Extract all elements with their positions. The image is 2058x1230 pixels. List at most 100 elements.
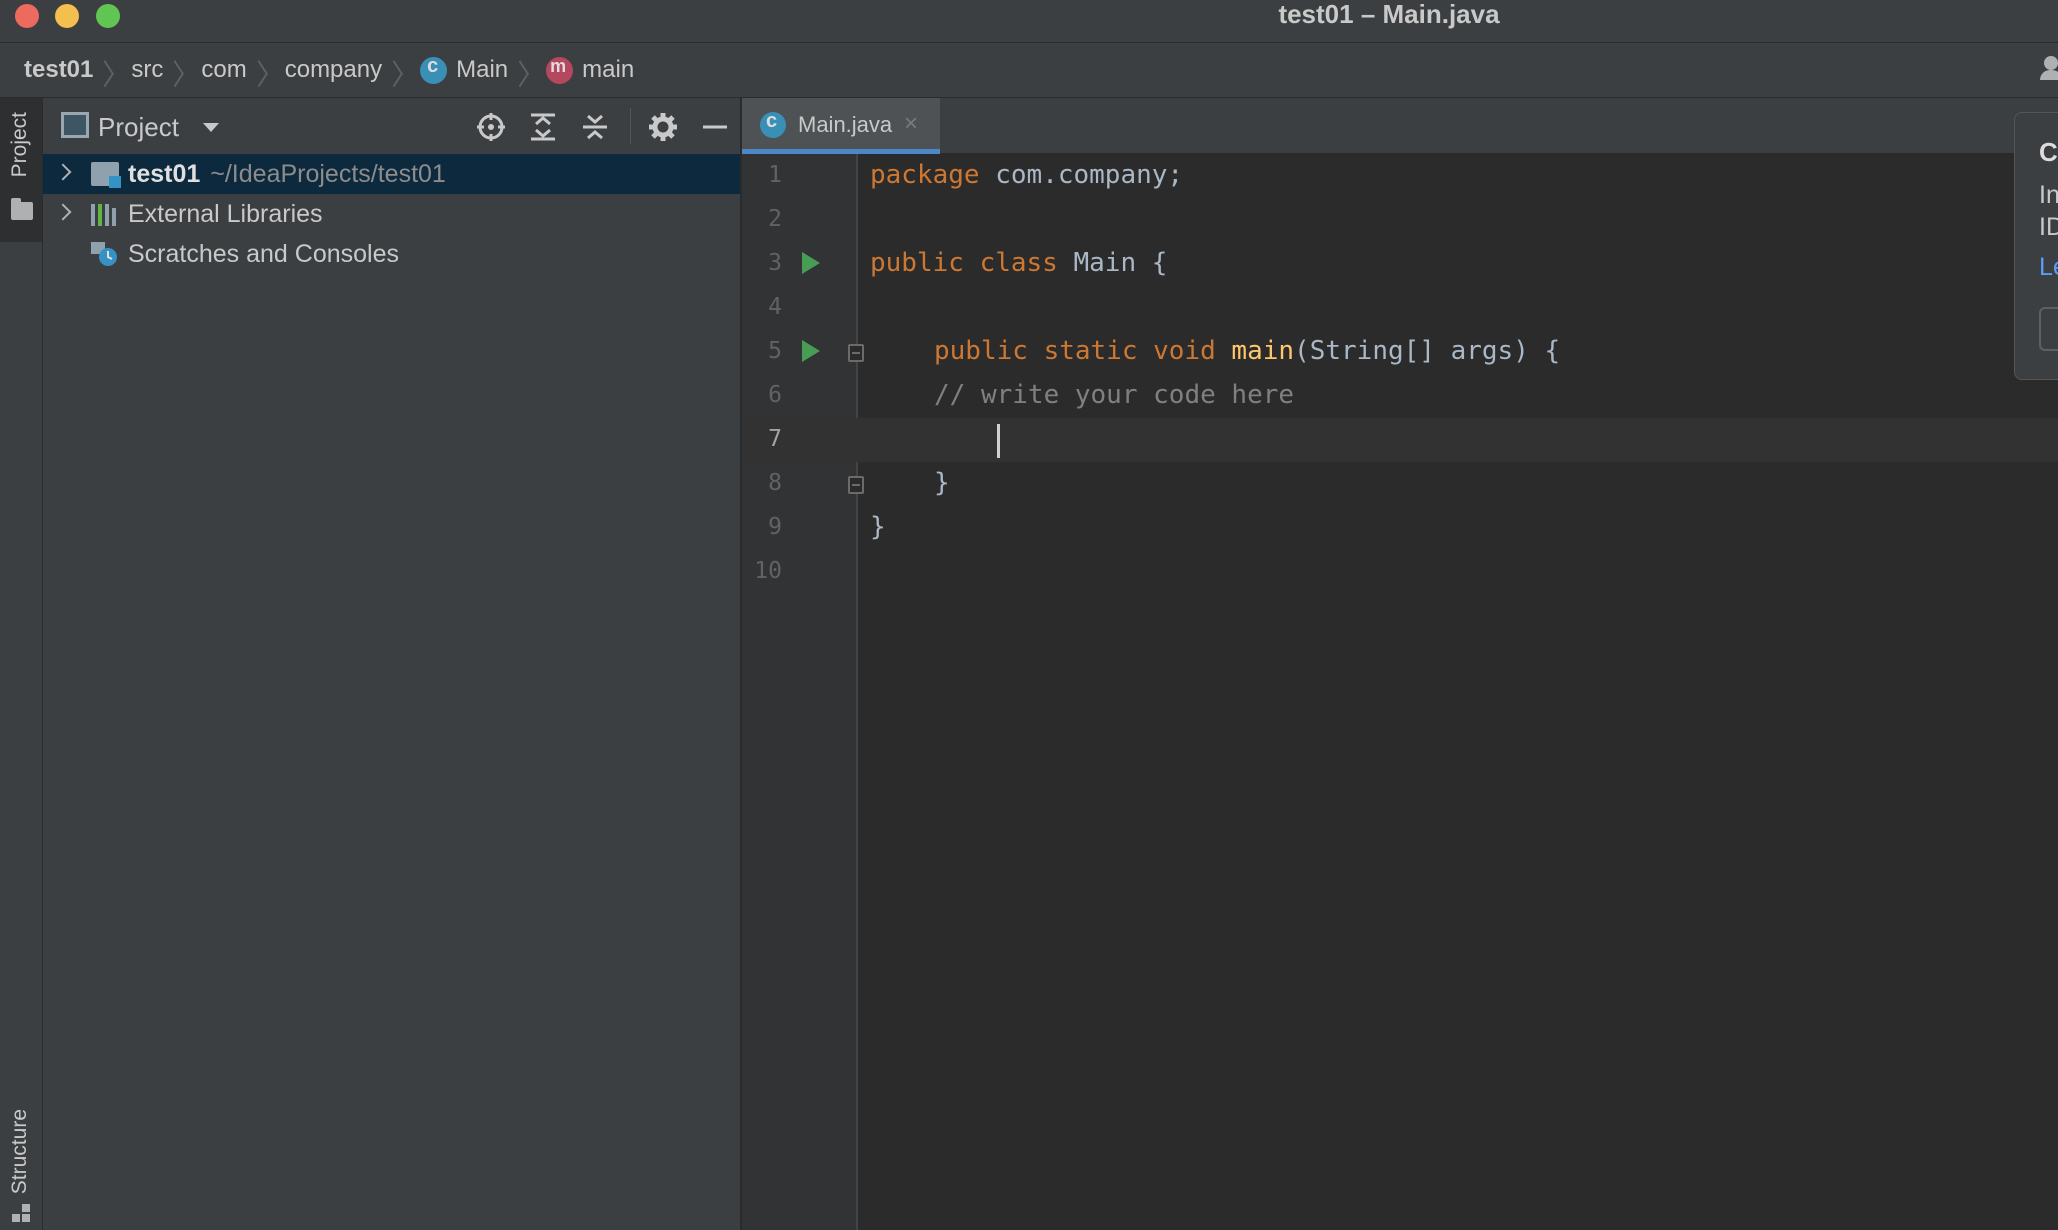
line-number: 5 <box>768 338 782 364</box>
code-text: } <box>870 512 886 542</box>
expand-all-icon[interactable] <box>528 112 558 142</box>
user-account-icon[interactable] <box>2040 56 2058 80</box>
code-area[interactable]: 1 package com.company; 2 3 public class … <box>742 154 2058 1230</box>
code-line: 10 <box>742 550 2058 594</box>
code-function: main <box>1231 336 1295 366</box>
code-line: 4 <box>742 286 2058 330</box>
project-panel-header: Project <box>43 98 740 154</box>
toolbar-divider <box>630 108 631 144</box>
editor-tab-bar: Main.java × <box>742 98 2058 154</box>
code-line: 9 } <box>742 506 2058 550</box>
folder-icon <box>11 198 33 220</box>
module-folder-icon <box>91 162 121 188</box>
code-line: 5 public static void main(String[] args)… <box>742 330 2058 374</box>
run-icon[interactable] <box>802 340 820 362</box>
title-bar: test01 – Main.java <box>0 0 2058 43</box>
breadcrumb-class-label: Main <box>456 56 509 83</box>
structure-tool-label: Structure <box>8 1108 31 1194</box>
line-number: 4 <box>768 294 782 320</box>
line-number: 6 <box>768 382 782 408</box>
line-number: 9 <box>768 514 782 540</box>
tab-main-java-label: Main.java <box>798 112 893 137</box>
code-line-current: 7 <box>742 418 2058 462</box>
popup-link[interactable]: Le <box>2039 253 2058 282</box>
tab-main-java[interactable]: Main.java × <box>742 98 940 154</box>
text-caret <box>997 424 1000 458</box>
breadcrumb-class-main[interactable]: Main <box>420 55 509 84</box>
popup-body-line: ID <box>2039 213 2058 241</box>
breadcrumb-separator-icon <box>259 56 273 84</box>
code-text: public static void main(String[] args) { <box>934 336 1560 366</box>
code-text: } <box>934 468 950 498</box>
tree-item-project[interactable]: test01 ~/IdeaProjects/test01 <box>43 154 740 194</box>
java-class-icon <box>420 55 448 84</box>
code-line: 8 } <box>742 462 2058 506</box>
line-number: 3 <box>768 250 782 276</box>
locate-file-icon[interactable] <box>476 112 506 142</box>
tool-window-stripe: Project Structure <box>0 98 43 1230</box>
tree-item-scratches-label: Scratches and Consoles <box>128 240 399 268</box>
line-number: 2 <box>768 206 782 232</box>
code-keyword: package <box>870 160 980 190</box>
tree-item-external-libraries[interactable]: External Libraries <box>43 194 740 234</box>
code-plain: com.company; <box>979 160 1184 190</box>
notification-popup: C In ID Le <box>2014 112 2058 380</box>
collapse-all-icon[interactable] <box>580 112 610 142</box>
project-tool-label: Project <box>8 112 31 178</box>
breadcrumb-separator-icon <box>105 56 119 84</box>
breadcrumb-separator-icon <box>394 56 408 84</box>
line-number: 10 <box>754 558 782 584</box>
fold-icon[interactable] <box>848 476 864 494</box>
code-plain: (String[] args) { <box>1294 336 1561 366</box>
breadcrumb-separator-icon <box>520 56 534 84</box>
popup-body: In ID <box>2039 179 2058 243</box>
project-view-selector[interactable]: Project <box>98 112 179 143</box>
breadcrumb-company[interactable]: company <box>285 56 382 84</box>
tree-item-project-name: test01 <box>128 160 201 188</box>
chevron-down-icon[interactable] <box>203 123 219 132</box>
structure-tool-tab[interactable]: Structure <box>0 1100 42 1230</box>
tree-item-project-text: test01 ~/IdeaProjects/test01 <box>128 160 446 189</box>
chevron-right-icon[interactable] <box>54 163 72 181</box>
code-plain: Main { <box>1057 248 1168 278</box>
breadcrumb-com[interactable]: com <box>201 56 246 84</box>
breadcrumb-method-main[interactable]: main <box>546 56 634 84</box>
code-text: package com.company; <box>870 160 1183 190</box>
window-title: test01 – Main.java <box>1278 0 1500 29</box>
code-line: 1 package com.company; <box>742 154 2058 198</box>
code-text: public class Main { <box>870 248 1167 278</box>
breadcrumb: test01 src com company Main main <box>0 43 2058 98</box>
code-line: 2 <box>742 198 2058 242</box>
project-tree: test01 ~/IdeaProjects/test01 External Lib… <box>43 154 740 274</box>
tree-item-scratches[interactable]: Scratches and Consoles <box>43 234 740 274</box>
code-keyword: public class <box>870 248 1058 278</box>
line-number: 8 <box>768 470 782 496</box>
structure-icon <box>12 1204 32 1224</box>
code-editor: Main.java × 1 package com.company; 2 3 p… <box>742 98 2058 1230</box>
close-icon[interactable]: × <box>904 110 918 138</box>
tree-item-external-libraries-label: External Libraries <box>128 200 323 228</box>
java-class-icon <box>760 110 786 138</box>
scratches-icon <box>91 242 117 266</box>
project-panel: Project test01 ~/IdeaProjects/test01 Ext… <box>43 98 742 1230</box>
code-line: 3 public class Main { <box>742 242 2058 286</box>
gear-icon[interactable] <box>648 112 678 142</box>
code-comment: // write your code here <box>934 380 1295 410</box>
tree-item-project-path: ~/IdeaProjects/test01 <box>210 160 446 188</box>
popup-title: C <box>2039 137 2058 167</box>
line-number: 7 <box>768 426 782 452</box>
code-line: 6 // write your code here <box>742 374 2058 418</box>
project-tool-tab[interactable]: Project <box>0 98 42 242</box>
project-view-icon <box>61 112 89 138</box>
fold-icon[interactable] <box>848 344 864 362</box>
breadcrumb-separator-icon <box>175 56 189 84</box>
breadcrumb-src[interactable]: src <box>131 56 163 84</box>
hide-panel-icon[interactable] <box>700 112 730 142</box>
code-keyword: public static void <box>934 336 1216 366</box>
line-number: 1 <box>768 162 782 188</box>
breadcrumb-project[interactable]: test01 <box>24 56 93 84</box>
chevron-right-icon[interactable] <box>54 203 72 221</box>
popup-button[interactable] <box>2039 307 2058 351</box>
breadcrumb-method-label: main <box>582 56 635 83</box>
run-icon[interactable] <box>802 252 820 274</box>
